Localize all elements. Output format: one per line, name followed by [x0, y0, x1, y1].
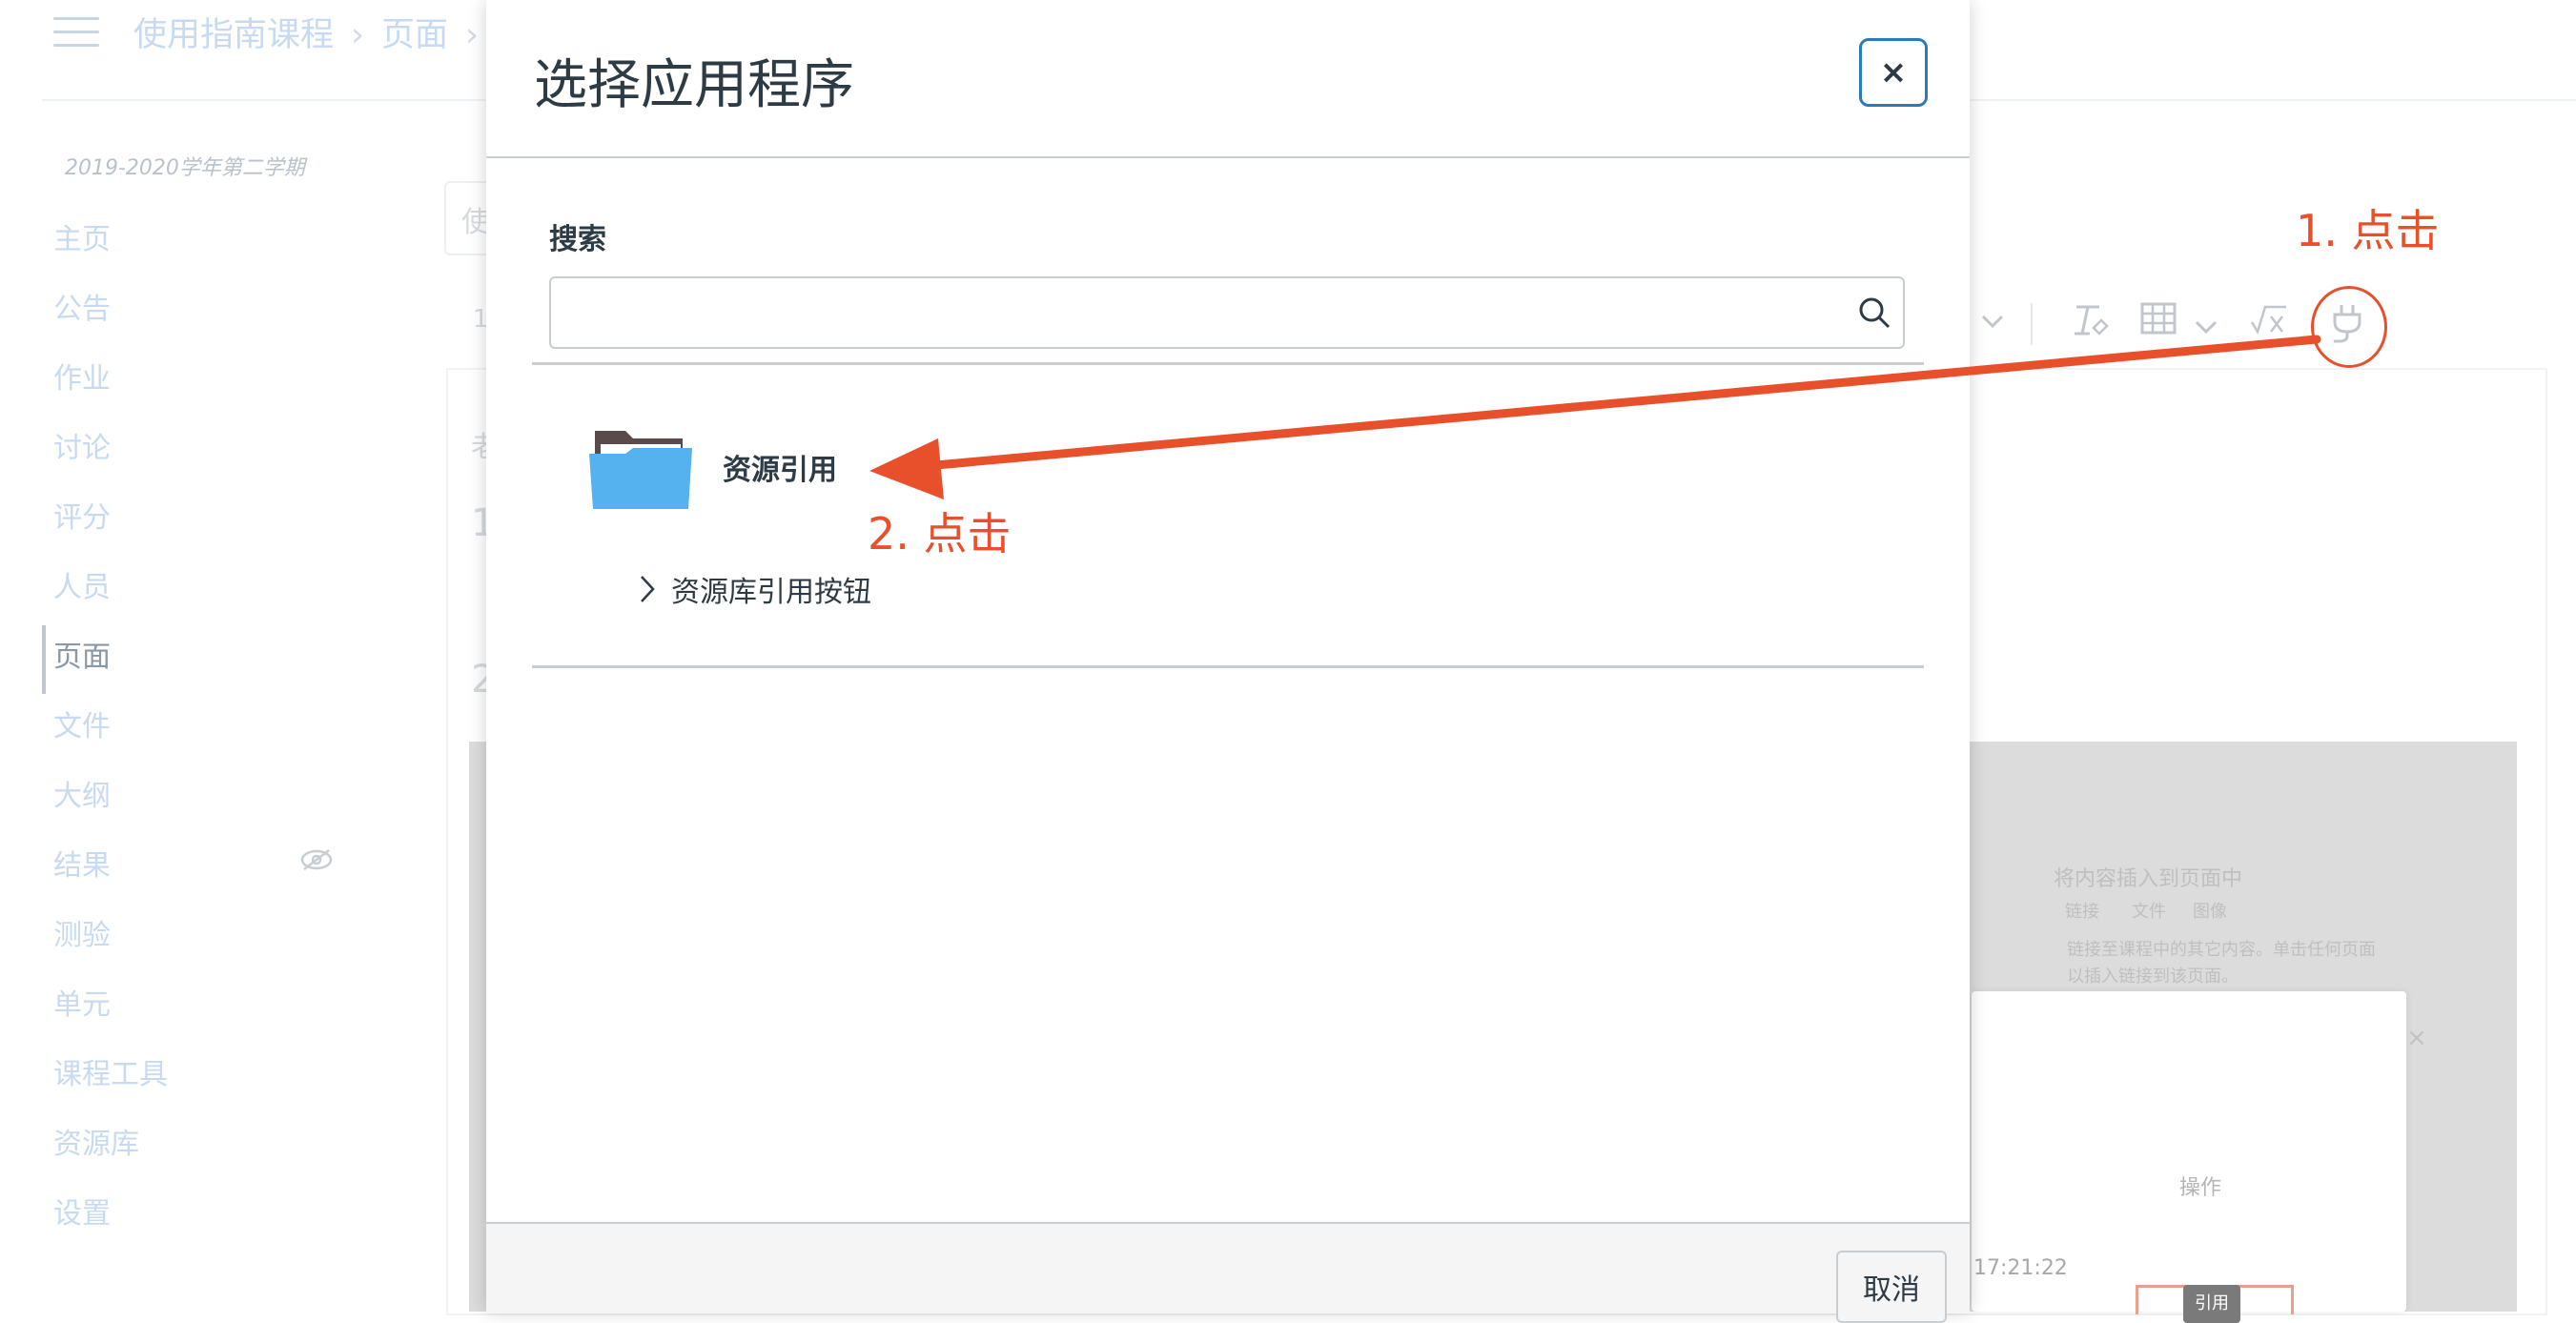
annotation-arrow — [869, 335, 2321, 499]
